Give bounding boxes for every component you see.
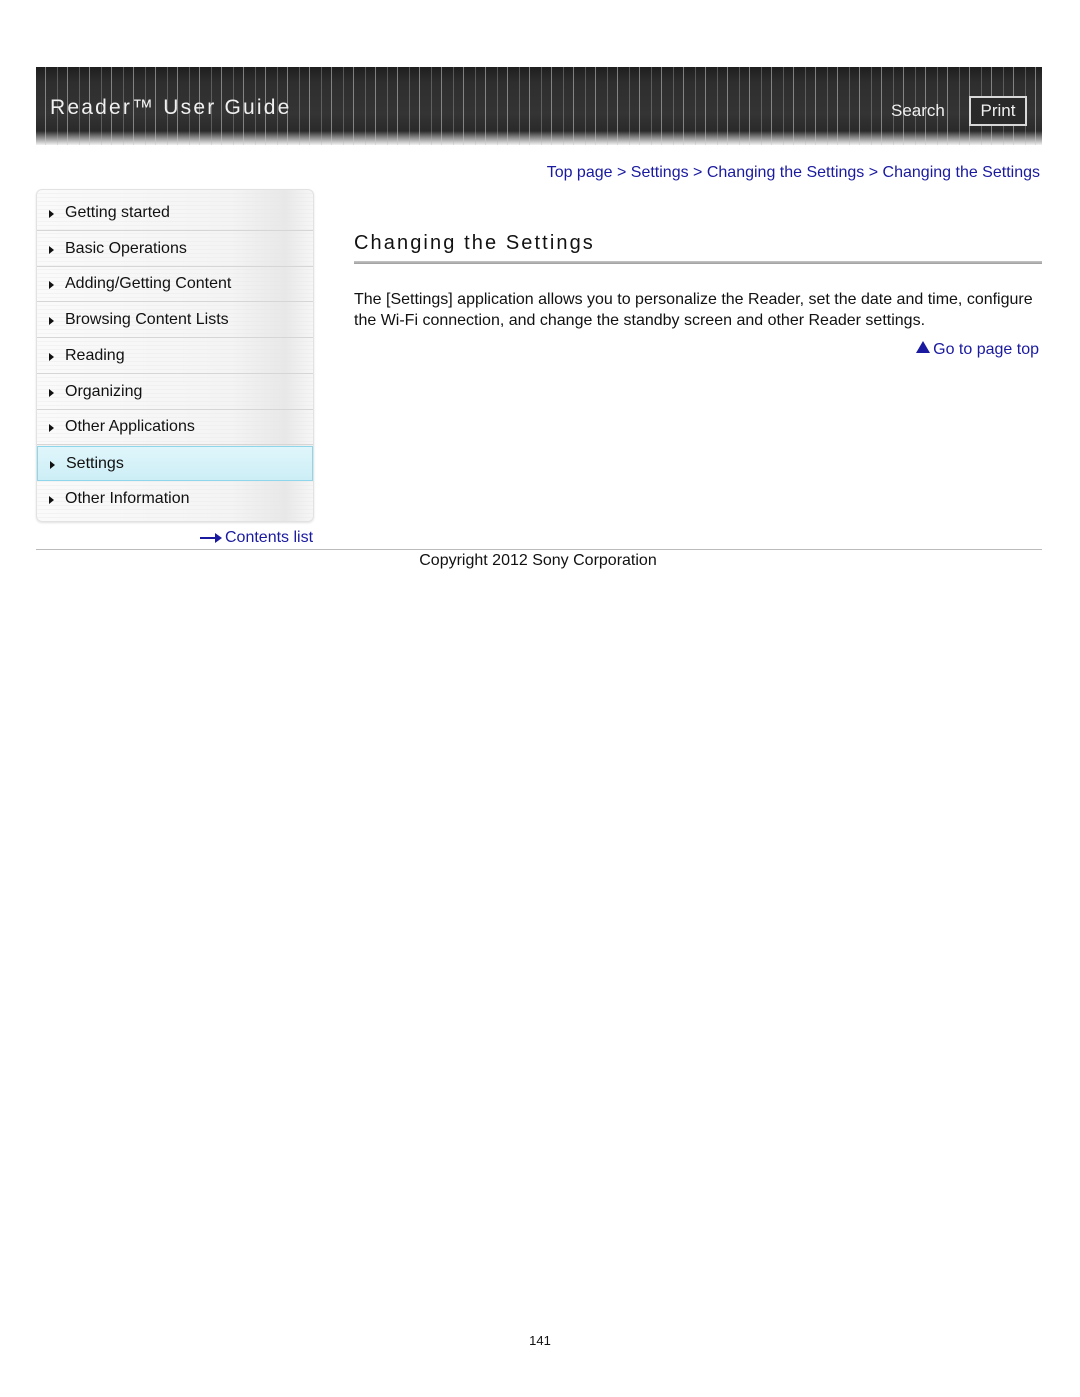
breadcrumb-separator: > [616, 164, 631, 181]
go-to-page-top-label: Go to page top [933, 341, 1039, 358]
sidebar-item-browsing-content-lists[interactable]: Browsing Content Lists [37, 303, 313, 338]
breadcrumb-settings[interactable]: Settings [631, 164, 689, 181]
body-paragraph: The [Settings] application allows you to… [354, 291, 1033, 329]
copyright-text: Copyright 2012 Sony Corporation [419, 552, 657, 569]
triangle-right-icon [49, 210, 54, 218]
triangle-up-icon [916, 341, 931, 353]
contents-list-label: Contents list [225, 529, 314, 546]
triangle-right-icon [49, 496, 54, 504]
breadcrumb: Top page > Settings > Changing the Setti… [547, 164, 1040, 182]
sidebar-nav: Getting started Basic Operations Adding/… [36, 189, 314, 522]
sidebar-item-label: Organizing [65, 383, 143, 400]
sidebar-item-organizing[interactable]: Organizing [37, 375, 313, 410]
sidebar-item-label: Adding/Getting Content [65, 275, 232, 292]
arrow-right-icon [200, 532, 222, 543]
print-button[interactable]: Print [969, 96, 1027, 126]
sidebar-item-basic-operations[interactable]: Basic Operations [37, 232, 313, 267]
title-divider [354, 261, 1042, 264]
sidebar-item-label: Basic Operations [65, 240, 187, 257]
triangle-right-icon [49, 281, 54, 289]
breadcrumb-changing-settings-section[interactable]: Changing the Settings [707, 164, 864, 181]
page-title: Changing the Settings [354, 232, 595, 254]
breadcrumb-separator: > [868, 164, 883, 181]
triangle-right-icon [49, 389, 54, 397]
header-banner: Reader™ User Guide Search Print [36, 67, 1042, 145]
triangle-right-icon [49, 424, 54, 432]
sidebar-item-reading[interactable]: Reading [37, 339, 313, 374]
breadcrumb-separator: > [693, 164, 707, 181]
breadcrumb-top-page[interactable]: Top page [547, 164, 613, 181]
triangle-right-icon [49, 246, 54, 254]
sidebar-item-label: Getting started [65, 204, 170, 221]
sidebar-item-label: Other Information [65, 490, 190, 507]
breadcrumb-changing-settings-page[interactable]: Changing the Settings [883, 164, 1040, 181]
sidebar-item-label: Other Applications [65, 418, 195, 435]
triangle-right-icon [49, 317, 54, 325]
triangle-right-icon [50, 461, 55, 469]
search-button[interactable]: Search [891, 101, 945, 121]
sidebar-item-other-information[interactable]: Other Information [37, 482, 313, 517]
sidebar-item-settings[interactable]: Settings [37, 446, 313, 481]
go-to-page-top-link[interactable]: Go to page top [916, 341, 1039, 359]
footer-divider [36, 549, 1042, 550]
triangle-right-icon [49, 353, 54, 361]
sidebar-item-adding-getting-content[interactable]: Adding/Getting Content [37, 267, 313, 302]
page-number: 141 [529, 1333, 551, 1348]
guide-title: Reader™ User Guide [50, 96, 292, 119]
sidebar-item-label: Reading [65, 347, 125, 364]
sidebar-item-label: Settings [66, 455, 124, 472]
sidebar-item-label: Browsing Content Lists [65, 311, 229, 328]
sidebar-item-other-applications[interactable]: Other Applications [37, 410, 313, 445]
sidebar-item-getting-started[interactable]: Getting started [37, 196, 313, 231]
contents-list-link[interactable]: Contents list [200, 529, 313, 547]
